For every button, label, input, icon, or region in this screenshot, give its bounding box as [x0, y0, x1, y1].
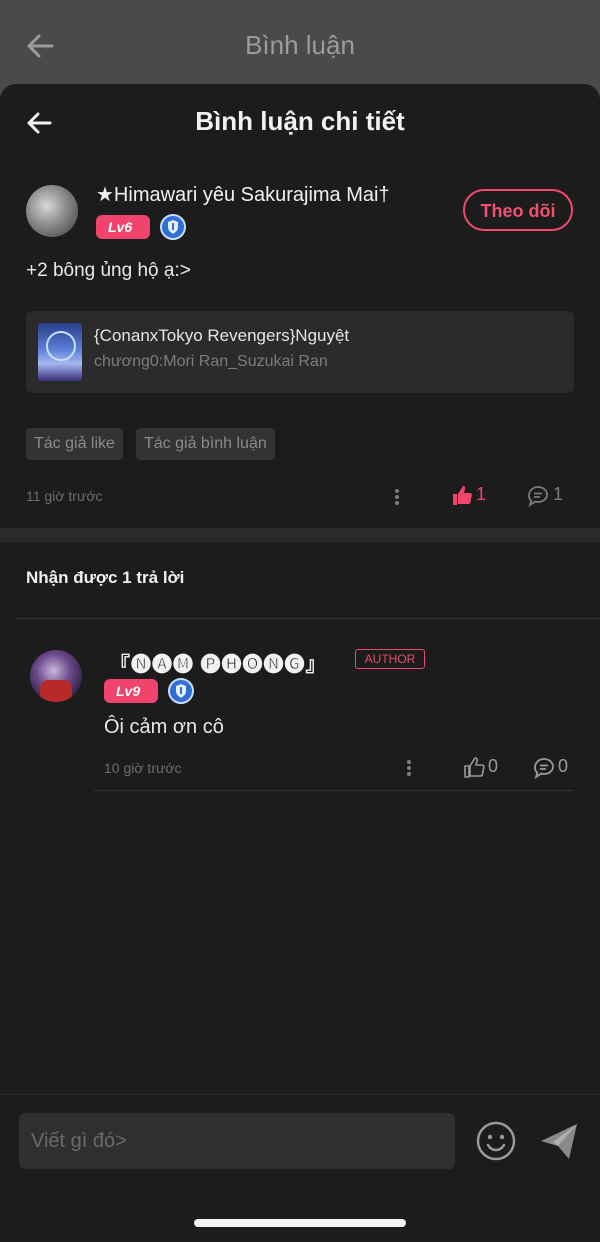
- shield-badge-icon: [168, 678, 194, 704]
- sheet-header: Bình luận chi tiết: [0, 84, 600, 158]
- thumbs-up-icon[interactable]: [450, 484, 474, 508]
- book-cover: [38, 323, 82, 381]
- like-count: 1: [476, 484, 487, 504]
- replies-heading: Nhận được 1 trả lời: [26, 568, 185, 587]
- reply-username[interactable]: 『🅝🅐🅜 🅟🅗🅞🅝🅖』: [110, 648, 327, 677]
- author-badge: AUTHOR: [355, 649, 425, 669]
- comment-input[interactable]: [19, 1113, 455, 1169]
- comment-username[interactable]: ★Himawari yêu Sakurajima Mai†: [96, 182, 390, 207]
- avatar[interactable]: [26, 185, 78, 237]
- more-icon[interactable]: [406, 759, 412, 777]
- tag-author-comment: Tác giả bình luận: [136, 428, 275, 460]
- comment-detail-sheet: Bình luận chi tiết ★Himawari yêu Sakuraj…: [0, 84, 600, 1242]
- reply-count: 1: [553, 484, 564, 504]
- reply-text: Ôi cảm ơn cô: [104, 716, 224, 738]
- comment-composer: [0, 1094, 600, 1242]
- comment-time: 11 giờ trước: [26, 488, 103, 504]
- book-chapter: chương0:Mori Ran_Suzukai Ran: [94, 353, 328, 370]
- follow-button[interactable]: Theo dõi: [463, 189, 573, 231]
- like-count: 0: [488, 756, 499, 776]
- tag-author-like: Tác giả like: [26, 428, 123, 460]
- level-badge: Lv6: [96, 215, 150, 239]
- home-indicator: [194, 1219, 406, 1227]
- reply-time: 10 giờ trước: [104, 760, 182, 776]
- divider: [16, 618, 600, 619]
- divider: [94, 790, 574, 791]
- comment-text: +2 bông ủng hộ ạ:>: [26, 260, 191, 281]
- emoji-icon[interactable]: [474, 1119, 518, 1163]
- shield-badge-icon: [160, 214, 186, 240]
- background-title: Bình luận: [245, 30, 355, 60]
- comment-icon[interactable]: [532, 756, 556, 780]
- section-divider: [0, 528, 600, 542]
- more-icon[interactable]: [394, 488, 400, 506]
- thumbs-up-icon[interactable]: [462, 756, 486, 780]
- send-icon[interactable]: [538, 1120, 580, 1162]
- background-header: Bình luận: [0, 0, 600, 96]
- reply-count: 0: [558, 756, 569, 776]
- avatar[interactable]: [30, 650, 82, 702]
- level-badge: Lv9: [104, 679, 158, 703]
- comment-icon[interactable]: [526, 484, 550, 508]
- book-card[interactable]: {ConanxTokyo Revengers}Nguyệt chương0:Mo…: [26, 311, 574, 393]
- page-title: Bình luận chi tiết: [195, 106, 405, 136]
- book-title: {ConanxTokyo Revengers}Nguyệt: [94, 326, 350, 345]
